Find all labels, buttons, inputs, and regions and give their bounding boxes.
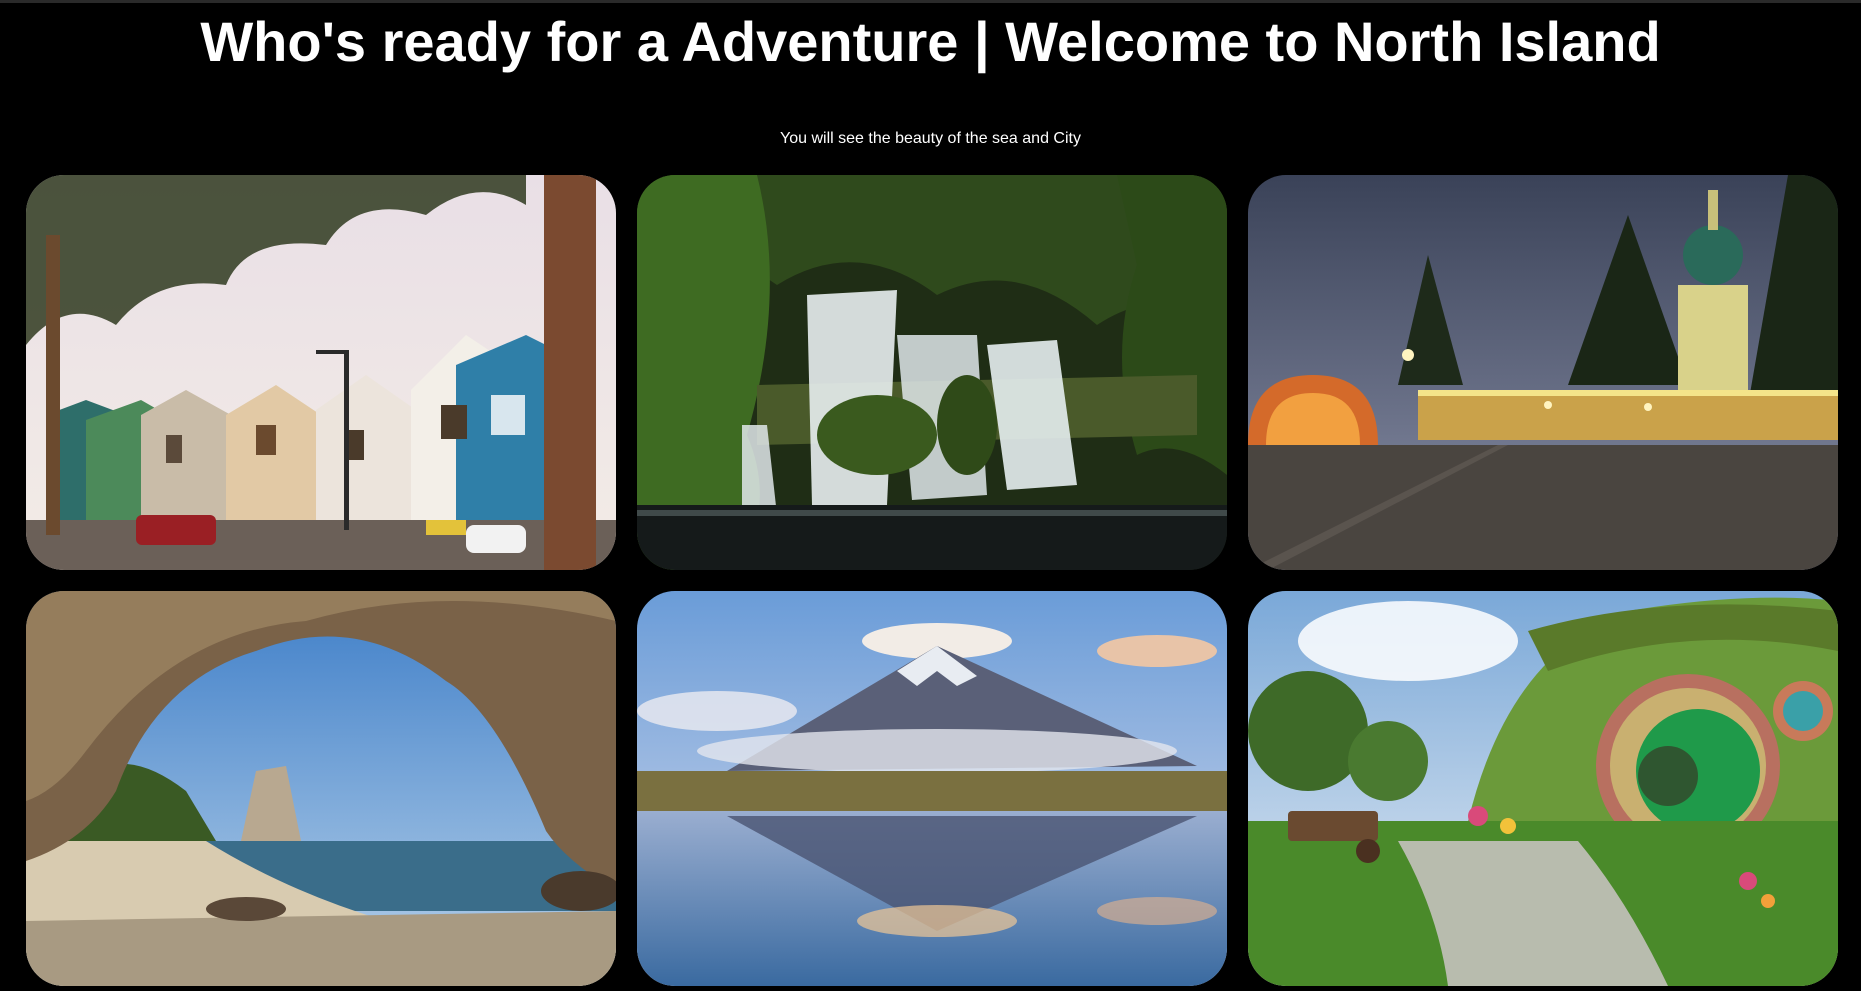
photo-night-plaza-soundshell[interactable] <box>1248 175 1838 570</box>
photo-mountain-reflection-lake[interactable] <box>637 591 1227 986</box>
hobbit-hole-image <box>1248 591 1838 986</box>
photo-victorian-street-houses[interactable] <box>26 175 616 570</box>
waterfall-image <box>637 175 1227 570</box>
photo-hobbit-hole-garden[interactable] <box>1248 591 1838 986</box>
street-houses-image <box>26 175 616 570</box>
page-subtitle: You will see the beauty of the sea and C… <box>780 130 1081 147</box>
photo-gallery <box>26 175 1838 986</box>
page-title: Who's ready for a Adventure | Welcome to… <box>200 10 1661 73</box>
photo-sea-cave-arch-beach[interactable] <box>26 591 616 986</box>
top-border-line <box>0 0 1861 3</box>
night-plaza-image <box>1248 175 1838 570</box>
sea-cave-image <box>26 591 616 986</box>
photo-waterfall[interactable] <box>637 175 1227 570</box>
mountain-reflection-image <box>637 591 1227 986</box>
